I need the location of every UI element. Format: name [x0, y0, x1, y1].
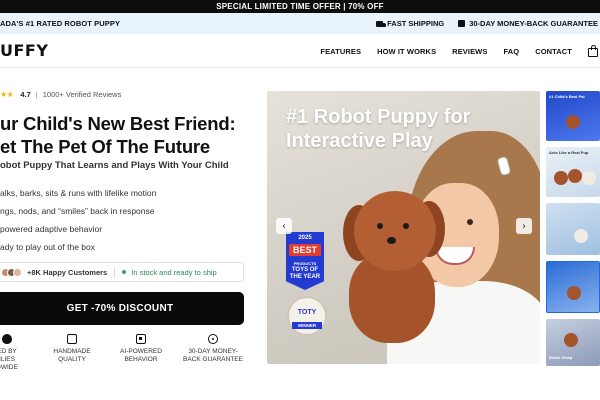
badge-line: BACK GUARANTEE [183, 356, 243, 363]
thumbnail-strip: #1 Child's Best Pal Acts Like a Real Pup… [546, 91, 600, 366]
toty-award-badge: TOTY WINNER [287, 296, 327, 336]
stars-icon: ★★ [0, 90, 14, 99]
navbar: UFFY FEATURES HOW IT WORKS REVIEWS FAQ C… [0, 34, 600, 68]
toty-text: TOTY [297, 309, 317, 316]
feature-item: ady to play out of the box [0, 242, 95, 252]
award-toys: PRODUCTS TOYS OF THE YEAR [286, 260, 324, 281]
badge-line: AI-POWERED [120, 348, 162, 355]
promo-text: SPECIAL LIMITED TIME OFFER | 70% OFF [216, 2, 384, 11]
toty-winner: WINNER [292, 322, 322, 329]
badge-line: ED BY [0, 348, 17, 355]
chip-icon [136, 334, 146, 344]
headline: ur Child's New Best Friend: et The Pet O… [0, 112, 236, 158]
hero-left: ★★ 4.7 | 1000+ Verified Reviews ur Child… [0, 68, 265, 400]
badge-guarantee: 30-DAY MONEY- BACK GUARANTEE [182, 332, 244, 364]
thumbnail-caption: #1 Child's Best Pal [549, 94, 585, 99]
image-title: #1 Robot Puppy for Interactive Play [286, 106, 471, 152]
happy-customers: +8K Happy Customers [27, 267, 108, 277]
trust-bar: ADA'S #1 RATED ROBOT PUPPY FAST SHIPPING… [0, 13, 600, 34]
badge-handmade: HANDMADE QUALITY [41, 332, 103, 364]
thumbnail[interactable]: #1 Child's Best Pal [546, 91, 600, 141]
feature-badges: ED BY ILIES DWIDE HANDMADE QUALITY AI-PO… [0, 332, 250, 392]
stock-status: In stock and ready to ship [131, 267, 217, 277]
thumbnail[interactable]: Better Sleep [546, 319, 600, 366]
shipping-item: FAST SHIPPING [376, 13, 444, 34]
feature-item: ngs, nods, and “smiles” back in response [0, 206, 155, 216]
badge-ai: AI-POWERED BEHAVIOR [110, 332, 172, 364]
thumbnail-caption: Better Sleep [549, 355, 573, 360]
review-count: 1000+ Verified Reviews [42, 90, 122, 99]
nav-contact[interactable]: CONTACT [535, 47, 572, 56]
badge-line: ILIES [0, 356, 15, 363]
prev-image-button[interactable]: ‹ [276, 218, 292, 234]
feature-item: alks, barks, sits & runs with lifelike m… [0, 188, 157, 198]
social-proof: +8K Happy Customers In stock and ready t… [0, 262, 244, 282]
promo-bar: SPECIAL LIMITED TIME OFFER | 70% OFF [0, 0, 600, 13]
thumbnail[interactable]: Acts Like a Real Pup [546, 147, 600, 197]
badge-line: HANDMADE [53, 348, 91, 355]
get-discount-button[interactable]: GET -70% DISCOUNT [0, 292, 244, 325]
feature-list: alks, barks, sits & runs with lifelike m… [0, 184, 156, 256]
badge-line: 30-DAY MONEY- [188, 348, 238, 355]
nav-how-it-works[interactable]: HOW IT WORKS [377, 47, 436, 56]
in-stock-dot-icon [122, 270, 127, 274]
avatar [13, 267, 22, 277]
shopping-bag-icon[interactable] [588, 45, 598, 57]
award-year: 2025 [298, 235, 312, 241]
badge-line: BEHAVIOR [124, 356, 158, 363]
guarantee-label: 30-DAY MONEY-BACK GUARANTEE [469, 19, 598, 28]
nav-faq[interactable]: FAQ [503, 47, 519, 56]
thumbnail[interactable] [546, 203, 600, 255]
rating-row: ★★ 4.7 | 1000+ Verified Reviews [0, 90, 122, 99]
thumbnail[interactable] [546, 261, 600, 313]
rating-value: 4.7 [20, 90, 31, 99]
award-best: BEST [289, 244, 321, 256]
hand-icon [67, 334, 77, 344]
guarantee-icon [208, 334, 218, 344]
nav-reviews[interactable]: REVIEWS [452, 47, 487, 56]
thumbnail-caption: Acts Like a Real Pup [549, 150, 589, 155]
rated-text: ADA'S #1 RATED ROBOT PUPPY [0, 19, 121, 28]
customer-avatars [1, 267, 22, 277]
logo[interactable]: UFFY [0, 41, 48, 60]
next-image-button[interactable]: › [516, 218, 532, 234]
guarantee-item: 30-DAY MONEY-BACK GUARANTEE [458, 13, 598, 34]
award-toys-text: TOYS OF THE YEAR [289, 267, 321, 280]
feature-item: powered adaptive behavior [0, 224, 103, 234]
paw-icon [2, 334, 12, 344]
headline-line-2: et The Pet Of The Future [0, 136, 211, 157]
nav-features[interactable]: FEATURES [320, 47, 361, 56]
best-products-award-badge: 2025 BEST PRODUCTS TOYS OF THE YEAR [286, 232, 324, 290]
product-hero-image: #1 Robot Puppy for Interactive Play 2025… [267, 91, 540, 364]
award-products: PRODUCTS [293, 261, 317, 266]
headline-line-1: ur Child's New Best Friend: [0, 113, 236, 134]
nav-links: FEATURES HOW IT WORKS REVIEWS FAQ CONTAC… [320, 34, 572, 68]
subheadline: obot Puppy That Learns and Plays With Yo… [0, 160, 229, 171]
badge-line: QUALITY [58, 356, 86, 363]
truck-icon [376, 20, 387, 27]
badge-loved: ED BY ILIES DWIDE [0, 332, 38, 372]
box-icon [458, 20, 466, 27]
shipping-label: FAST SHIPPING [387, 19, 445, 28]
badge-line: DWIDE [0, 364, 18, 371]
